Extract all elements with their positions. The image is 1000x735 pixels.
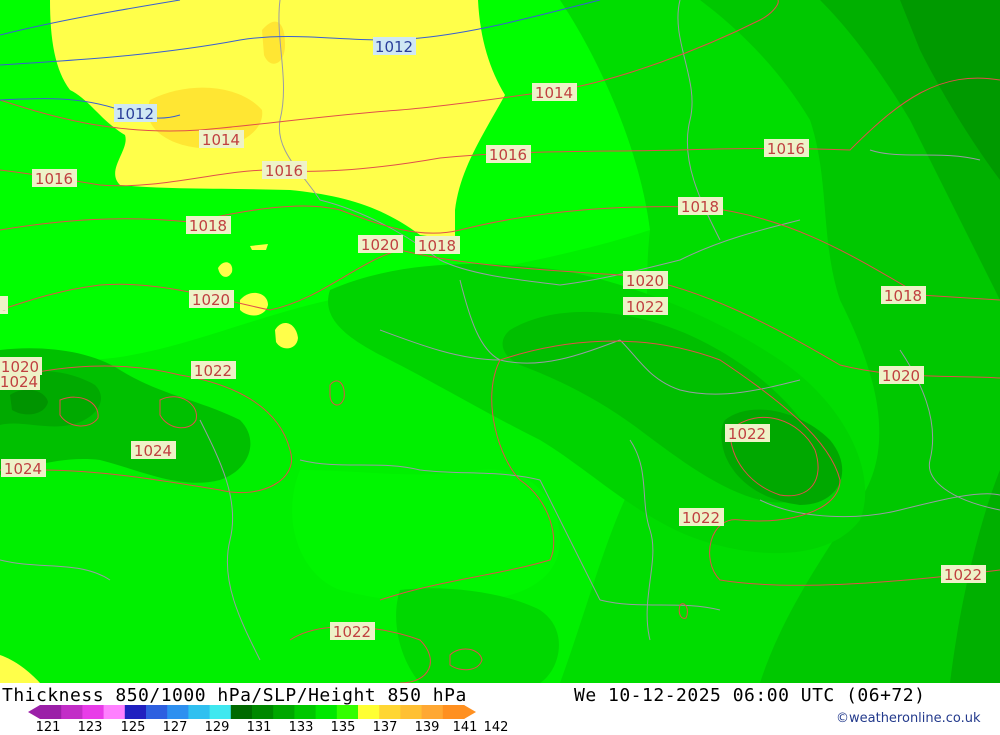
isobar-label: 1020	[879, 366, 924, 385]
svg-text:1018: 1018	[884, 287, 922, 305]
map-title: Thickness 850/1000 hPa/SLP/Height 850 hP…	[2, 685, 467, 706]
thickness-area-south	[292, 469, 560, 602]
svg-text:1016: 1016	[489, 146, 527, 164]
isobar-label: 1012	[114, 104, 157, 123]
legend-bar	[28, 705, 476, 719]
isobar-label: 1012	[373, 37, 416, 56]
legend-swatch	[188, 705, 211, 719]
legend-arrow-left	[28, 705, 40, 719]
map-footer: Thickness 850/1000 hPa/SLP/Height 850 hP…	[0, 683, 1000, 735]
isobar-label: 1022	[191, 361, 236, 380]
svg-text:1014: 1014	[202, 131, 240, 149]
svg-text:1022: 1022	[333, 623, 371, 641]
legend-swatch	[209, 705, 232, 719]
legend-swatch	[442, 705, 465, 719]
legend-swatch	[379, 705, 401, 719]
legend-swatch	[103, 705, 126, 719]
svg-text:1024: 1024	[4, 460, 42, 478]
isobar-label: 1022	[330, 622, 375, 641]
svg-text:1018: 1018	[681, 198, 719, 216]
svg-text:1020: 1020	[361, 236, 399, 254]
isobar-label: 1018	[415, 236, 460, 255]
svg-text:1018: 1018	[189, 217, 227, 235]
legend-swatch	[40, 705, 62, 719]
svg-text:1022: 1022	[626, 298, 664, 316]
isobar-label: 1020	[358, 235, 403, 254]
isobar-label: 1024	[1, 459, 46, 478]
isobar-label: 1014	[532, 83, 577, 102]
isobar-label: 1022	[725, 424, 770, 443]
isobar-label: 1024	[131, 441, 176, 460]
svg-text:1012: 1012	[116, 105, 154, 123]
svg-text:1024: 1024	[0, 373, 38, 391]
weather-map: 1012 1012 1014 1014 1016 1016 1016 1016 …	[0, 0, 1000, 683]
svg-text:1022: 1022	[3, 310, 6, 312]
svg-text:1022: 1022	[728, 425, 766, 443]
svg-text:1016: 1016	[265, 162, 303, 180]
isobar-label: 1020	[189, 290, 234, 309]
svg-text:1018: 1018	[418, 237, 456, 255]
isobar-label: 1020	[623, 271, 668, 290]
color-legend: 121 123 125 127 129 131 133 135 137 139 141 142	[28, 705, 508, 735]
isobar-label: 1014	[199, 130, 244, 149]
legend-swatch	[124, 705, 147, 719]
isobar-label: 1024	[0, 372, 40, 391]
credit-link[interactable]: ©weatheronline.co.uk	[836, 711, 981, 726]
svg-text:1024: 1024	[134, 442, 172, 460]
svg-text:1022: 1022	[682, 509, 720, 527]
isobar-label: 1018	[881, 286, 926, 305]
svg-text:1014: 1014	[535, 84, 573, 102]
isobar-label: 1022	[623, 297, 668, 316]
svg-text:1020: 1020	[192, 291, 230, 309]
legend-swatch	[294, 705, 317, 719]
isobar-label: 1016	[262, 161, 307, 180]
legend-swatch	[146, 705, 168, 719]
svg-text:1020: 1020	[882, 367, 920, 385]
isobar-label: 1022	[679, 508, 724, 527]
legend-swatch	[358, 705, 380, 719]
isobar-label: 1016	[486, 145, 531, 164]
legend-arrow-right	[464, 705, 476, 719]
isobar-label: 1016	[32, 169, 77, 188]
legend-swatch	[167, 705, 189, 719]
legend-swatch	[82, 705, 105, 719]
legend-swatch	[252, 705, 274, 719]
svg-text:1022: 1022	[194, 362, 232, 380]
legend-swatch	[273, 705, 295, 719]
isobar-label: 1018	[186, 216, 231, 235]
svg-text:1020: 1020	[626, 272, 664, 290]
legend-swatch	[400, 705, 423, 719]
isobar-label: 1016	[764, 139, 809, 158]
isobar-label: 1018	[678, 197, 723, 216]
legend-swatch	[336, 705, 359, 719]
isobar-label: 1022	[0, 296, 8, 314]
legend-swatch	[421, 705, 444, 719]
legend-swatch	[61, 705, 83, 719]
isobar-label: 1022	[941, 565, 986, 584]
svg-text:1016: 1016	[767, 140, 805, 158]
svg-text:1012: 1012	[375, 38, 413, 56]
legend-swatch	[230, 705, 253, 719]
svg-text:1016: 1016	[35, 170, 73, 188]
map-datetime: We 10-12-2025 06:00 UTC (06+72)	[574, 685, 926, 706]
legend-swatch	[315, 705, 338, 719]
svg-text:1022: 1022	[944, 566, 982, 584]
